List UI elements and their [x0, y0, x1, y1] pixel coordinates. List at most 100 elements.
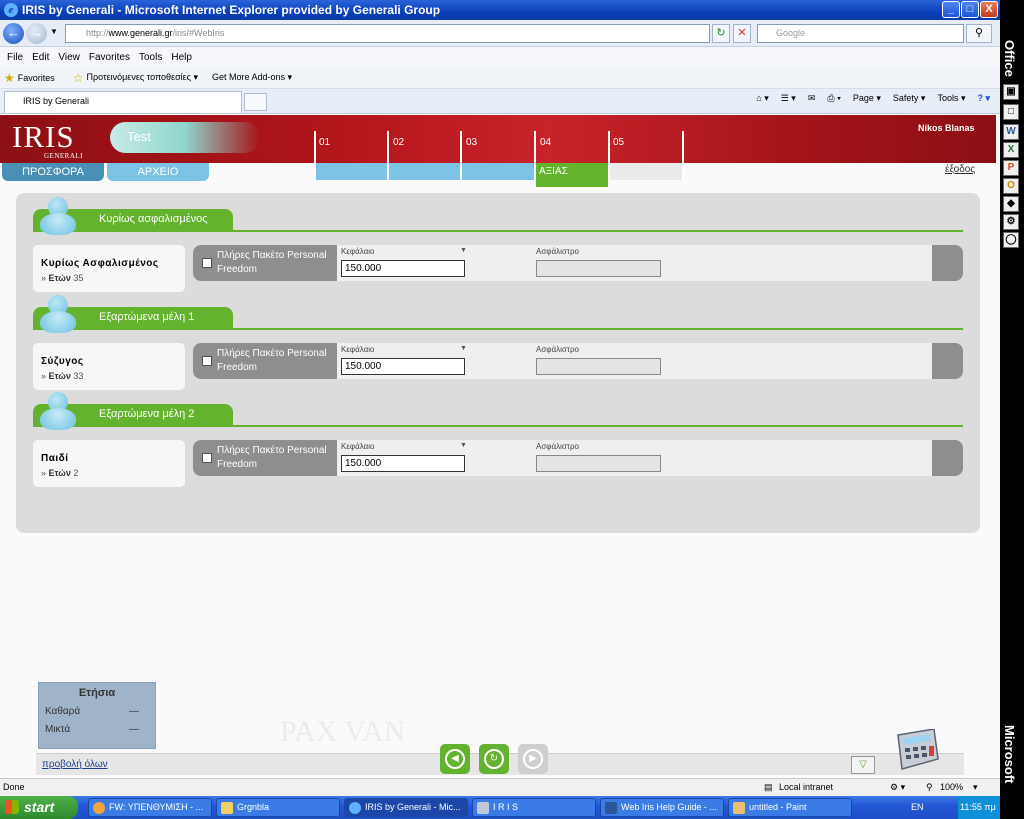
person-icon: [38, 197, 78, 237]
taskbar-item-iris-ie[interactable]: IRIS by Generali - Mic...: [344, 798, 468, 817]
previous-button[interactable]: ◀: [440, 744, 470, 774]
address-field[interactable]: http://www.generali.gr/iris/#WebIris: [65, 24, 710, 43]
step-01[interactable]: 01: [319, 137, 330, 148]
capital-input[interactable]: 150.000: [341, 358, 465, 375]
close-button[interactable]: X: [980, 1, 998, 18]
protected-mode-icon[interactable]: ⚙ ▾: [890, 782, 905, 793]
taskbar-item-help-guide[interactable]: Web Iris Help Guide - ...: [600, 798, 724, 817]
word-icon[interactable]: W: [1003, 124, 1019, 140]
net-value: —: [129, 706, 139, 717]
taskbar-item-paint[interactable]: untitled - Paint: [728, 798, 852, 817]
feeds-icon[interactable]: ☰ ▾: [781, 93, 796, 104]
background-watermark: PAX VAN: [280, 715, 406, 748]
office-label: Office: [1002, 40, 1017, 77]
office-shortcut-bar: Office ▣ □ W X P O ◆ ⚙ ◯ Microsoft: [1000, 0, 1024, 819]
zoom-dropdown-icon[interactable]: ▾: [973, 782, 978, 793]
web-page: PAX VAN IRIS GENERALI Test 01 02 03 04 0…: [0, 115, 1000, 778]
step-02[interactable]: 02: [393, 137, 404, 148]
search-icon[interactable]: ⚲: [966, 24, 992, 43]
coverage-checkbox[interactable]: [202, 356, 212, 366]
office-shortcut-icon[interactable]: ⚙: [1003, 214, 1019, 230]
suggested-sites-button[interactable]: Προτεινόμενες τοποθεσίες ▾: [87, 72, 198, 83]
taskbar-item-outlook[interactable]: FW: ΥΠΕΝΘΥΜΙΣΗ - ...: [88, 798, 212, 817]
office-globe-icon[interactable]: ◯: [1003, 232, 1019, 248]
add-favorite-icon[interactable]: ☆: [73, 71, 84, 85]
language-indicator[interactable]: EN: [911, 802, 924, 812]
forward-button[interactable]: →: [26, 23, 47, 44]
coverage-label: Πλήρες Πακέτο Personal Freedom: [217, 250, 327, 275]
view-all-link[interactable]: προβολή όλων: [42, 759, 108, 770]
menu-help[interactable]: Help: [168, 52, 198, 63]
yearly-title: Ετήσια: [78, 687, 116, 699]
addons-button[interactable]: Get More Add-ons ▾: [212, 72, 292, 83]
next-button[interactable]: ▶: [518, 744, 548, 774]
start-label: start: [24, 799, 55, 815]
calculator-icon[interactable]: [888, 729, 940, 773]
help-icon[interactable]: ? ▾: [977, 93, 990, 104]
safety-menu[interactable]: Safety ▾: [893, 93, 926, 104]
search-input[interactable]: Google: [757, 24, 964, 43]
refresh-step-button[interactable]: ↻: [479, 744, 509, 774]
stop-button[interactable]: ✕: [733, 24, 751, 43]
step-02-bar: [389, 163, 460, 180]
step-05[interactable]: 05: [613, 137, 624, 148]
maximize-button[interactable]: □: [961, 1, 979, 18]
menu-view[interactable]: View: [55, 52, 86, 63]
capital-input[interactable]: 150.000: [341, 455, 465, 472]
page-menu[interactable]: Page ▾: [853, 93, 881, 104]
gross-label: Μικτά: [45, 724, 71, 735]
office-tool-icon[interactable]: ◆: [1003, 196, 1019, 212]
refresh-button[interactable]: ↻: [712, 24, 730, 43]
zoom-level[interactable]: 100%: [940, 782, 963, 792]
menu-tools[interactable]: Tools: [136, 52, 168, 63]
logout-link[interactable]: έξοδος: [945, 164, 975, 175]
start-button[interactable]: start: [0, 796, 78, 819]
office-note-icon[interactable]: □: [1003, 104, 1019, 120]
coverage-checkbox[interactable]: [202, 453, 212, 463]
capital-input[interactable]: 150.000: [341, 260, 465, 277]
taskbar-item-iris[interactable]: I R I S: [472, 798, 596, 817]
tools-menu[interactable]: Tools ▾: [937, 93, 965, 104]
menu-favorites[interactable]: Favorites: [86, 52, 136, 63]
outlook-icon[interactable]: O: [1003, 178, 1019, 194]
back-button[interactable]: ←: [3, 23, 24, 44]
chevron-down-icon[interactable]: ▼: [460, 345, 467, 352]
office-doc-icon[interactable]: ▣: [1003, 84, 1019, 100]
mail-icon[interactable]: ✉: [808, 93, 816, 104]
powerpoint-icon[interactable]: P: [1003, 160, 1019, 176]
menu-edit[interactable]: Edit: [29, 52, 55, 63]
ie-icon: e: [4, 3, 18, 17]
premium-field: [536, 260, 661, 277]
browser-tab[interactable]: IRIS by Generali: [4, 91, 242, 113]
favorites-button[interactable]: Favorites: [18, 73, 55, 83]
chevron-down-icon[interactable]: ▼: [460, 247, 467, 254]
person-card: Κυρίως Ασφαλισμένος » Ετών 35: [33, 245, 185, 292]
microsoft-label: Microsoft: [1002, 725, 1017, 784]
person-name: Παιδί: [41, 453, 69, 464]
print-icon[interactable]: ⎙ ▾: [827, 93, 840, 104]
iris-logo: IRIS GENERALI: [12, 119, 83, 160]
filter-icon[interactable]: ▽: [851, 756, 875, 774]
person-age: » Ετών 2: [41, 468, 79, 478]
tab-archive[interactable]: ΑΡΧΕΙΟ: [107, 163, 209, 181]
tab-label: IRIS by Generali: [23, 96, 90, 106]
coverage-checkbox[interactable]: [202, 258, 212, 268]
excel-icon[interactable]: X: [1003, 142, 1019, 158]
home-icon[interactable]: ⌂ ▾: [756, 93, 768, 104]
person-icon: [38, 392, 78, 432]
menu-file[interactable]: File: [4, 52, 29, 63]
minimize-button[interactable]: _: [942, 1, 960, 18]
project-name: Test: [110, 122, 260, 153]
new-tab-button[interactable]: [244, 93, 267, 111]
app-header: IRIS GENERALI Test 01 02 03 04 05 Nikos …: [0, 115, 996, 178]
chevron-down-icon[interactable]: ▼: [460, 442, 467, 449]
step-04-active[interactable]: ΑΞΙΑΣ: [536, 163, 608, 187]
tab-offer[interactable]: ΠΡΟΣΦΟΡΑ: [2, 163, 104, 181]
step-04[interactable]: 04: [540, 137, 551, 148]
capital-label: Κεφάλαιο: [341, 442, 375, 451]
taskbar-item-folder[interactable]: Grgnbla: [216, 798, 340, 817]
step-03[interactable]: 03: [466, 137, 477, 148]
premium-label: Ασφάλιστρο: [536, 345, 579, 354]
history-dropdown-icon[interactable]: ▼: [50, 27, 58, 36]
step-05-bar: [610, 163, 682, 180]
